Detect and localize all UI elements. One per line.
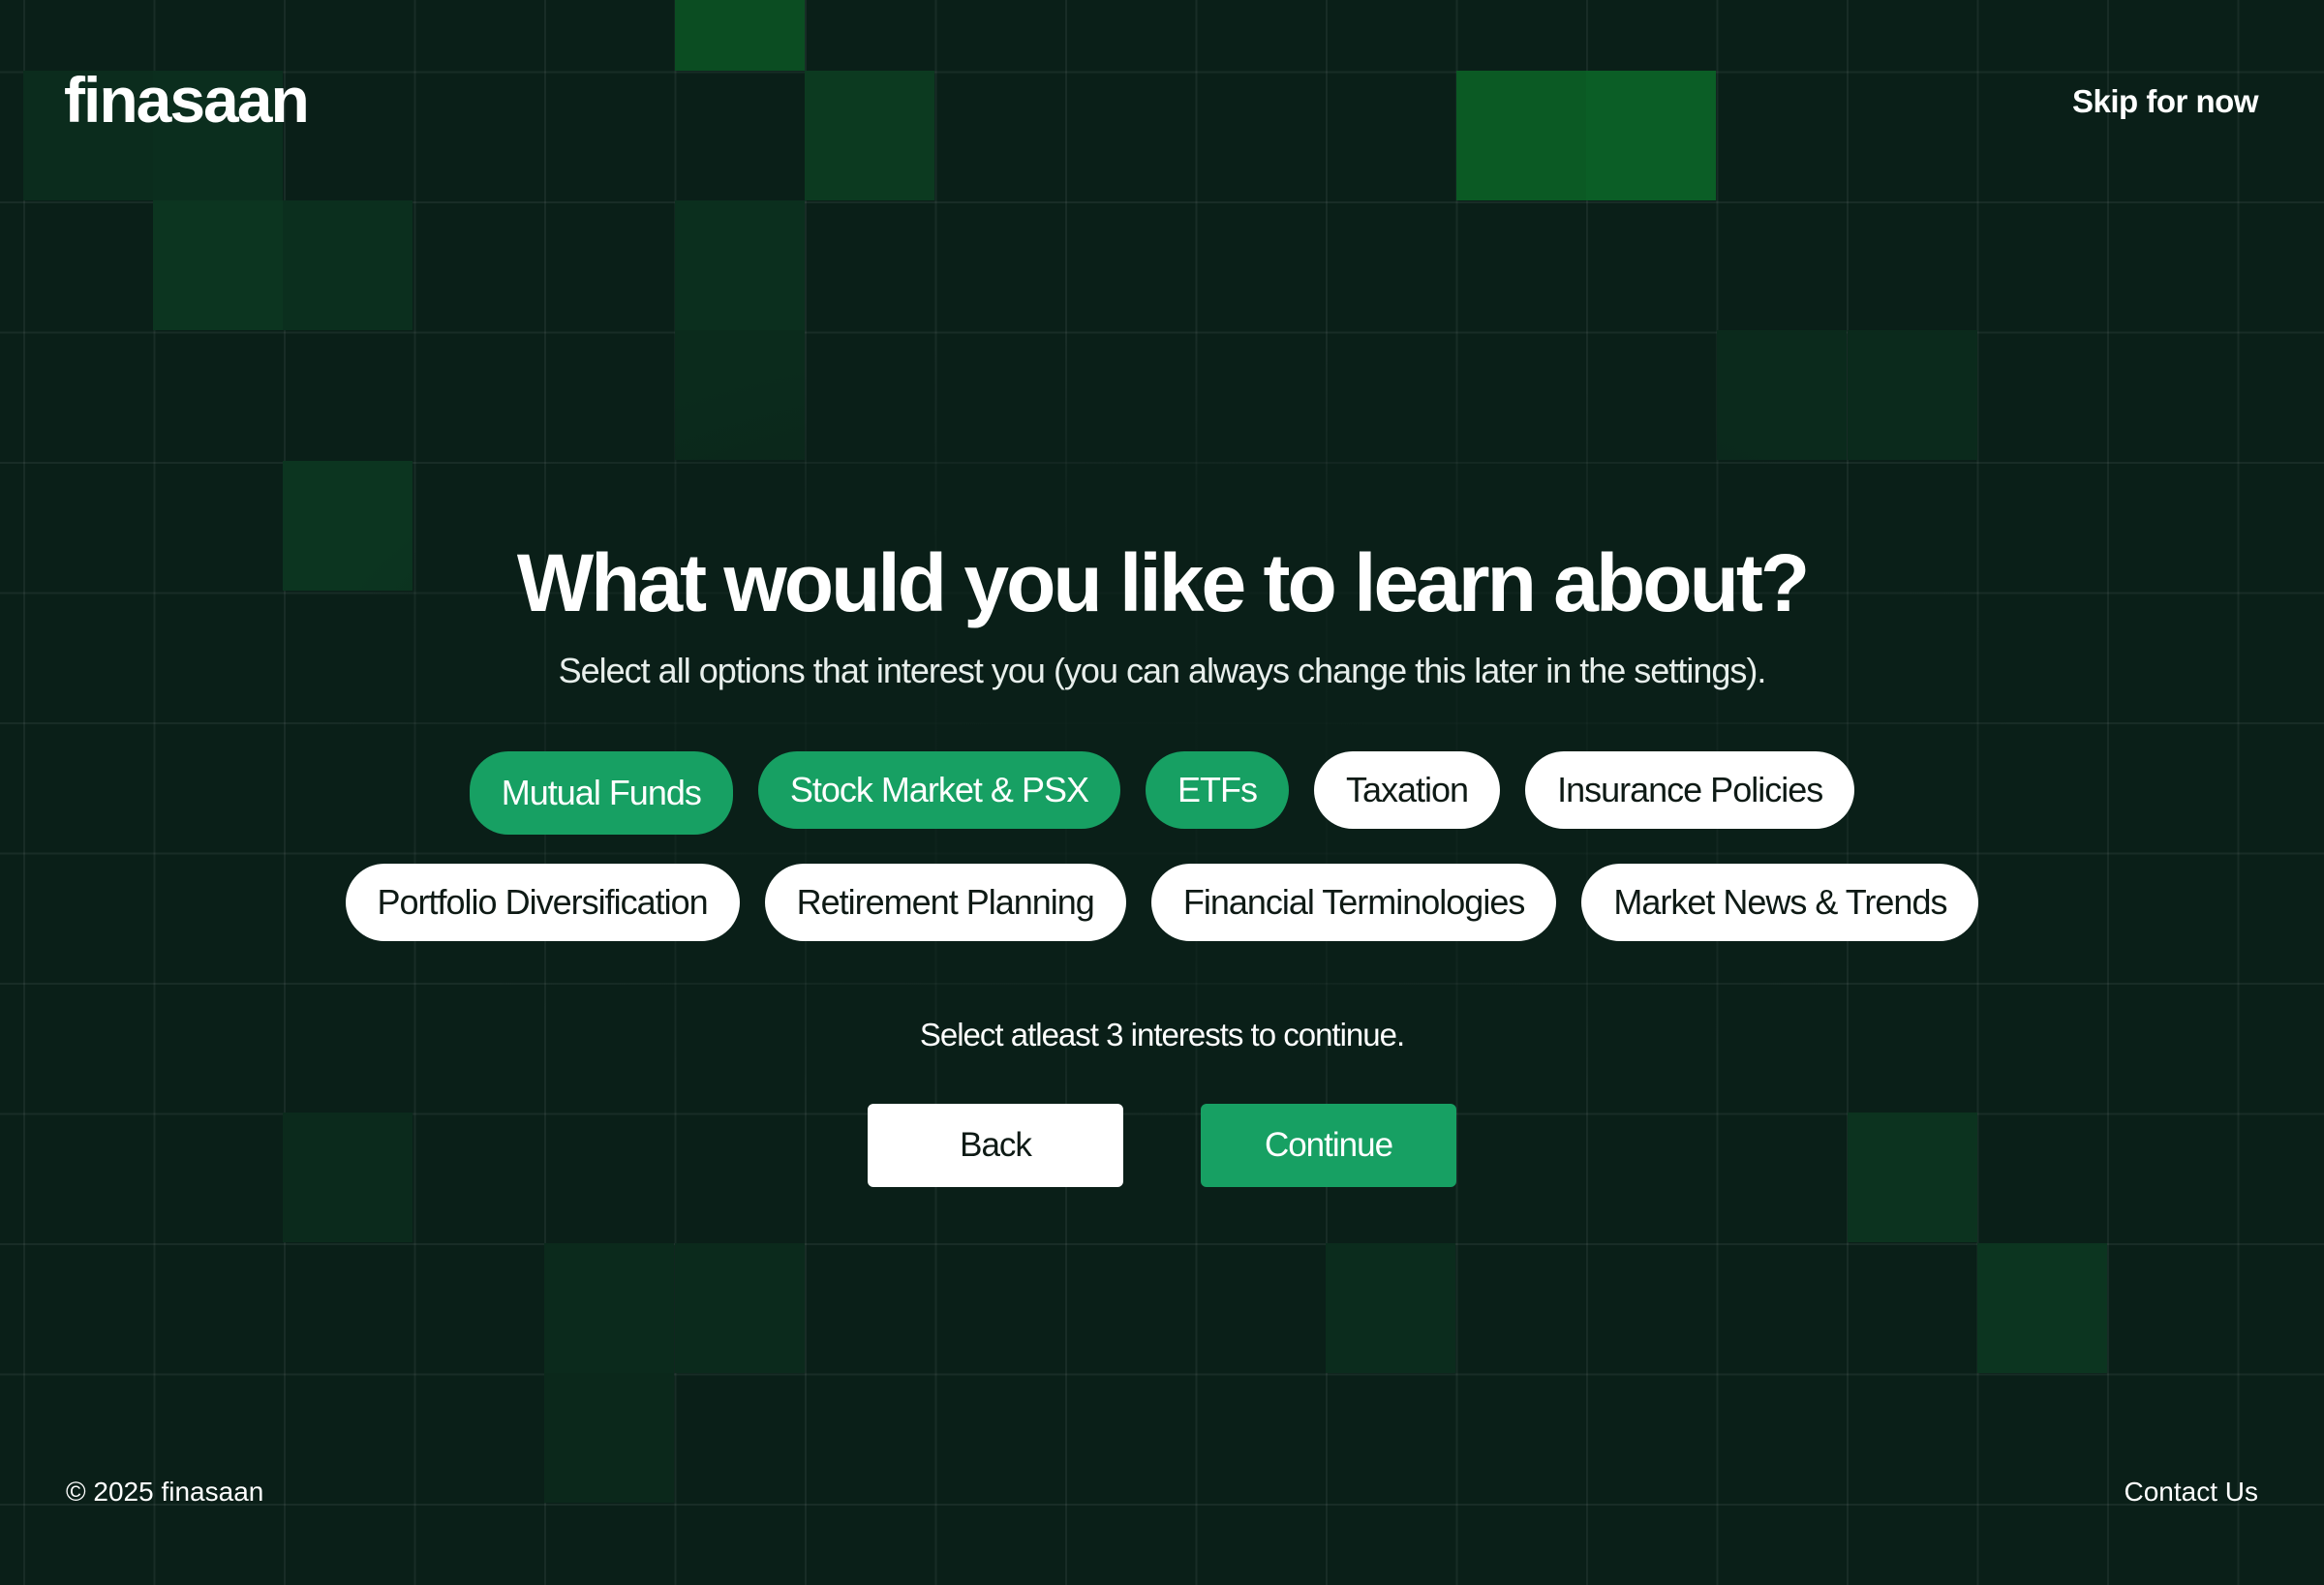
brand-logo[interactable]: finasaan — [64, 68, 310, 132]
interest-chip-row-2: Portfolio Diversification Retirement Pla… — [345, 864, 1979, 942]
interest-chip-stock-market-psx[interactable]: Stock Market & PSX — [757, 751, 1120, 830]
continue-button[interactable]: Continue — [1201, 1104, 1456, 1188]
interest-chip-row-1: Mutual Funds Stock Market & PSX ETFs Tax… — [469, 751, 1855, 836]
footer-copyright: © 2025 finasaan — [66, 1477, 264, 1507]
interest-chip-market-news-trends[interactable]: Market News & Trends — [1581, 864, 1979, 942]
interest-chip-retirement-planning[interactable]: Retirement Planning — [764, 864, 1126, 942]
selection-hint: Select atleast 3 interests to continue. — [919, 1017, 1405, 1053]
interest-chip-mutual-funds[interactable]: Mutual Funds — [469, 751, 733, 836]
back-button[interactable]: Back — [868, 1104, 1123, 1188]
interest-chip-etfs[interactable]: ETFs — [1145, 751, 1289, 830]
interests-form: What would you like to learn about? Sele… — [0, 537, 2324, 1188]
interest-chip-taxation[interactable]: Taxation — [1313, 751, 1501, 830]
page-subtitle: Select all options that interest you (yo… — [558, 651, 1767, 691]
skip-for-now-link[interactable]: Skip for now — [2072, 83, 2259, 120]
action-buttons: Back Continue — [868, 1104, 1456, 1188]
contact-us-link[interactable]: Contact Us — [2125, 1477, 2259, 1508]
interest-chip-insurance-policies[interactable]: Insurance Policies — [1525, 751, 1855, 830]
page-title: What would you like to learn about? — [516, 537, 1810, 628]
interest-chip-financial-terminologies[interactable]: Financial Terminologies — [1150, 864, 1557, 942]
interest-chip-portfolio-diversification[interactable]: Portfolio Diversification — [345, 864, 740, 942]
